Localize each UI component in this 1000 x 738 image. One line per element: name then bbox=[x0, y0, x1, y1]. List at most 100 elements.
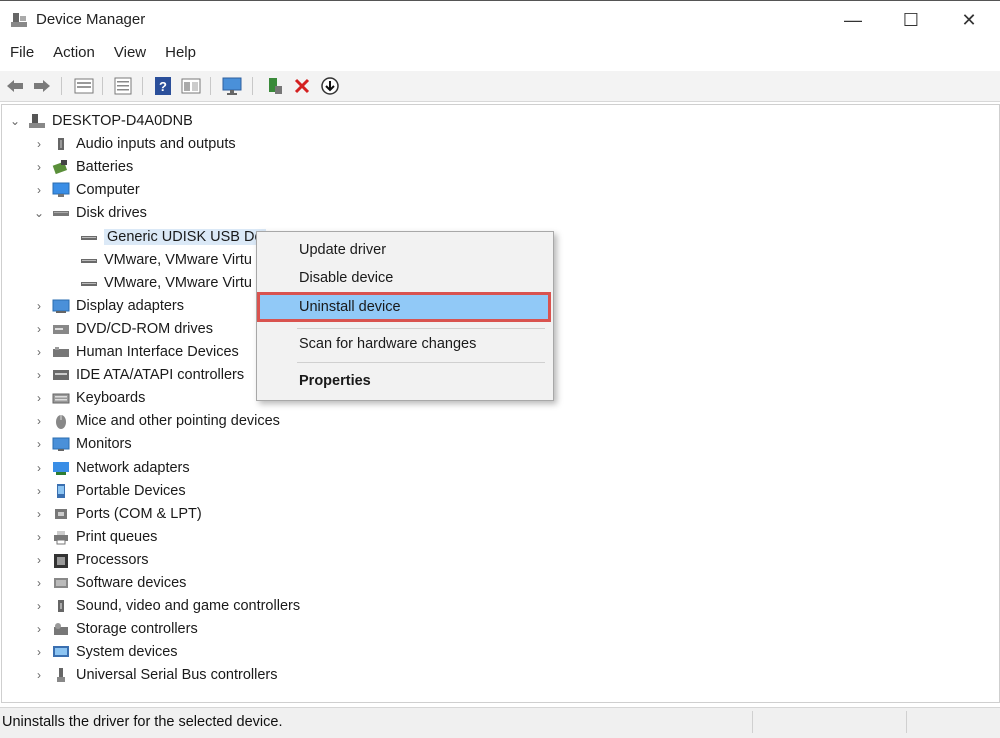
properties-menu-item[interactable]: Properties bbox=[259, 368, 549, 394]
tree-category[interactable]: › Ports (COM & LPT) bbox=[32, 503, 202, 525]
disable-device-menu-item[interactable]: Disable device bbox=[259, 265, 549, 291]
tree-category[interactable]: › Batteries bbox=[32, 156, 133, 178]
status-text: Uninstalls the driver for the selected d… bbox=[2, 714, 283, 730]
scan-hardware-menu-item[interactable]: Scan for hardware changes bbox=[259, 331, 549, 357]
expand-chevron-icon[interactable]: › bbox=[32, 595, 46, 617]
tree-category[interactable]: › Sound, video and game controllers bbox=[32, 595, 300, 617]
toolbar: ? bbox=[0, 71, 1000, 102]
tree-category[interactable]: › Human Interface Devices bbox=[32, 341, 239, 363]
menu-view[interactable]: View bbox=[104, 41, 155, 67]
resources-icon[interactable] bbox=[180, 75, 202, 97]
processor-icon bbox=[52, 552, 70, 568]
disk-device-icon bbox=[80, 252, 98, 268]
menu-help[interactable]: Help bbox=[155, 41, 205, 67]
category-label: Computer bbox=[76, 182, 140, 198]
selected-device-label: Generic UDISK USB De bbox=[104, 229, 266, 245]
device-manager-window: Device Manager — ☐ ✕ File Action View He… bbox=[0, 0, 1000, 738]
device-item[interactable]: Generic UDISK USB De bbox=[80, 226, 266, 248]
tree-category[interactable]: › Mice and other pointing devices bbox=[32, 410, 280, 432]
tree-category[interactable]: › Audio inputs and outputs bbox=[32, 133, 236, 155]
category-label: Human Interface Devices bbox=[76, 344, 239, 360]
menu-separator bbox=[297, 362, 545, 363]
expand-chevron-icon[interactable]: › bbox=[32, 526, 46, 548]
expand-chevron-icon[interactable]: › bbox=[32, 572, 46, 594]
storage-controller-icon bbox=[52, 621, 70, 637]
expand-chevron-icon[interactable]: › bbox=[32, 664, 46, 686]
port-icon bbox=[52, 506, 70, 522]
tree-category[interactable]: › Software devices bbox=[32, 572, 186, 594]
tree-category[interactable]: › DVD/CD-ROM drives bbox=[32, 318, 213, 340]
category-label: Network adapters bbox=[76, 460, 190, 476]
tree-category[interactable]: › Display adapters bbox=[32, 295, 184, 317]
maximize-button[interactable]: ☐ bbox=[884, 3, 938, 37]
close-button[interactable]: ✕ bbox=[942, 3, 996, 37]
collapse-chevron-icon[interactable]: ⌄ bbox=[8, 110, 22, 132]
expand-chevron-icon[interactable]: › bbox=[32, 341, 46, 363]
context-menu: Update driver Disable device Uninstall d… bbox=[256, 231, 554, 401]
root-label: DESKTOP-D4A0DNB bbox=[52, 113, 193, 129]
menu-action[interactable]: Action bbox=[43, 41, 104, 67]
tree-category[interactable]: › Storage controllers bbox=[32, 618, 198, 640]
tree-category[interactable]: › Portable Devices bbox=[32, 480, 186, 502]
expand-chevron-icon[interactable]: › bbox=[32, 387, 46, 409]
expand-chevron-icon[interactable]: › bbox=[32, 480, 46, 502]
expand-chevron-icon[interactable]: › bbox=[32, 364, 46, 386]
tree-category[interactable]: › Universal Serial Bus controllers bbox=[32, 664, 277, 686]
tree-category[interactable]: › IDE ATA/ATAPI controllers bbox=[32, 364, 244, 386]
expand-chevron-icon[interactable]: › bbox=[32, 549, 46, 571]
category-label: DVD/CD-ROM drives bbox=[76, 321, 213, 337]
device-item[interactable]: VMware, VMware Virtu bbox=[80, 249, 252, 271]
collapse-chevron-icon[interactable]: ⌄ bbox=[32, 202, 46, 224]
expand-chevron-icon[interactable]: › bbox=[32, 618, 46, 640]
uninstall-device-menu-item[interactable]: Uninstall device bbox=[257, 292, 551, 322]
expand-chevron-icon[interactable]: › bbox=[32, 295, 46, 317]
category-label: Display adapters bbox=[76, 298, 184, 314]
tree-category[interactable]: › Computer bbox=[32, 179, 140, 201]
help-icon[interactable]: ? bbox=[152, 75, 174, 97]
back-arrow-icon[interactable] bbox=[4, 75, 26, 97]
minimize-button[interactable]: — bbox=[826, 3, 880, 37]
menu-file[interactable]: File bbox=[0, 41, 43, 67]
list-view-icon[interactable] bbox=[112, 75, 134, 97]
tree-root[interactable]: ⌄ DESKTOP-D4A0DNB bbox=[8, 110, 193, 132]
device-tree[interactable]: ⌄ DESKTOP-D4A0DNB › Audio inputs and outp… bbox=[1, 104, 1000, 703]
tree-category[interactable]: › Processors bbox=[32, 549, 149, 571]
tree-category[interactable]: › Print queues bbox=[32, 526, 157, 548]
hid-icon bbox=[52, 344, 70, 360]
download-icon[interactable] bbox=[319, 75, 341, 97]
monitor-icon bbox=[52, 436, 70, 452]
mouse-icon bbox=[52, 413, 70, 429]
category-label: Monitors bbox=[76, 436, 132, 452]
status-bar: Uninstalls the driver for the selected d… bbox=[0, 707, 1000, 738]
expand-chevron-icon[interactable]: › bbox=[32, 433, 46, 455]
monitor-scan-icon[interactable] bbox=[222, 75, 244, 97]
device-item[interactable]: VMware, VMware Virtu bbox=[80, 272, 252, 294]
tree-category[interactable]: › Keyboards bbox=[32, 387, 145, 409]
category-label: Mice and other pointing devices bbox=[76, 413, 280, 429]
window-title: Device Manager bbox=[36, 11, 146, 28]
expand-chevron-icon[interactable]: › bbox=[32, 318, 46, 340]
expand-chevron-icon[interactable]: › bbox=[32, 133, 46, 155]
tree-category[interactable]: › Network adapters bbox=[32, 457, 190, 479]
tree-category[interactable]: › System devices bbox=[32, 641, 178, 663]
tree-category[interactable]: › Monitors bbox=[32, 433, 132, 455]
device-manager-app-icon bbox=[11, 13, 27, 27]
category-label: Batteries bbox=[76, 159, 134, 175]
tree-category[interactable]: ⌄ Disk drives bbox=[32, 202, 147, 224]
forward-arrow-icon[interactable] bbox=[31, 75, 53, 97]
sound-icon bbox=[52, 598, 70, 614]
expand-chevron-icon[interactable]: › bbox=[32, 156, 46, 178]
display-adapter-icon bbox=[52, 298, 70, 314]
update-driver-icon[interactable] bbox=[264, 75, 286, 97]
uninstall-x-icon[interactable] bbox=[291, 75, 313, 97]
expand-chevron-icon[interactable]: › bbox=[32, 410, 46, 432]
category-label: IDE ATA/ATAPI controllers bbox=[76, 367, 245, 383]
disk-drive-icon bbox=[52, 205, 70, 221]
expand-chevron-icon[interactable]: › bbox=[32, 457, 46, 479]
properties-grid-icon[interactable] bbox=[73, 75, 95, 97]
expand-chevron-icon[interactable]: › bbox=[32, 179, 46, 201]
expand-chevron-icon[interactable]: › bbox=[32, 641, 46, 663]
expand-chevron-icon[interactable]: › bbox=[32, 503, 46, 525]
category-label: Processors bbox=[76, 552, 149, 568]
update-driver-menu-item[interactable]: Update driver bbox=[259, 237, 549, 263]
